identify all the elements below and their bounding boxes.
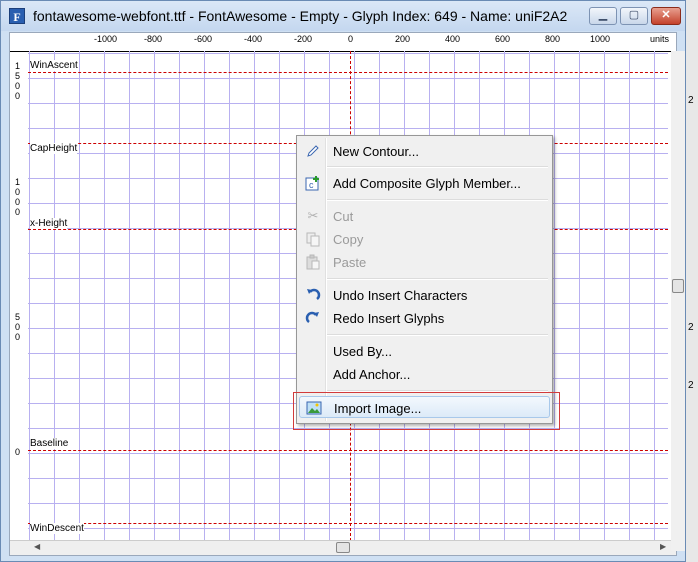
scroll-right-icon[interactable]: ▶ (660, 542, 666, 551)
maximize-button[interactable]: ▢ (620, 7, 648, 25)
ruler-digit: 1 (15, 177, 21, 187)
vertical-ruler: 1 5 0 0 1 0 0 0 5 0 0 0 (10, 51, 28, 541)
edge-fragment: 2 (688, 322, 694, 333)
ruler-digit: 0 (15, 197, 21, 207)
horizontal-scroll-thumb[interactable] (336, 542, 350, 553)
ruler-tick: -600 (194, 34, 213, 44)
menu-separator (327, 334, 548, 336)
baseline-line (28, 450, 668, 451)
menu-label: Undo Insert Characters (333, 288, 468, 303)
win-ascent-line (28, 72, 668, 73)
ruler-digit: 5 (15, 312, 21, 322)
horizontal-ruler: -1000 -800 -600 -400 -200 0 200 400 600 … (10, 33, 676, 52)
menu-item-paste[interactable]: Paste (299, 251, 550, 273)
menu-label: Add Anchor... (333, 367, 411, 382)
x-height-label: x-Height (30, 218, 68, 229)
title-bar[interactable]: F fontawesome-webfont.ttf - FontAwesome … (1, 1, 685, 31)
menu-separator (327, 278, 548, 280)
vertical-scroll-thumb[interactable] (672, 279, 684, 293)
menu-label: Paste (333, 255, 367, 270)
menu-separator (327, 166, 548, 168)
edge-fragment: 2 (688, 380, 694, 391)
edge-fragment: 2 (688, 95, 694, 106)
ruler-digit: 0 (15, 187, 21, 197)
ruler-tick: 600 (495, 34, 511, 44)
menu-label: Add Composite Glyph Member... (333, 176, 521, 191)
ruler-tick: -200 (294, 34, 313, 44)
ruler-digit: 0 (15, 332, 21, 342)
menu-label: Redo Insert Glyphs (333, 311, 445, 326)
ruler-tick: 0 (348, 34, 354, 44)
menu-separator (327, 199, 548, 201)
ruler-digit: 5 (15, 71, 21, 81)
pencil-icon (305, 143, 321, 159)
minimize-button[interactable]: ▁ (589, 7, 617, 25)
menu-item-add-composite[interactable]: c Add Composite Glyph Member... (299, 172, 550, 194)
ruler-digit: 0 (15, 447, 21, 457)
menu-item-copy[interactable]: Copy (299, 228, 550, 250)
menu-item-new-contour[interactable]: New Contour... (299, 140, 550, 162)
menu-item-undo[interactable]: Undo Insert Characters (299, 284, 550, 306)
menu-item-used-by[interactable]: Used By... (299, 340, 550, 362)
ruler-tick: -800 (144, 34, 163, 44)
composite-glyph-icon: c (305, 175, 321, 191)
close-button[interactable]: ✕ (651, 7, 681, 25)
win-descent-line (28, 523, 668, 524)
ruler-units: units (650, 34, 670, 44)
ruler-digit: 0 (15, 81, 21, 91)
paste-icon (305, 254, 321, 270)
ruler-digit: 0 (15, 207, 21, 217)
context-menu: New Contour... c Add Composite Glyph Mem… (296, 135, 553, 424)
menu-item-add-anchor[interactable]: Add Anchor... (299, 363, 550, 385)
menu-item-redo[interactable]: Redo Insert Glyphs (299, 307, 550, 329)
menu-label: Cut (333, 209, 354, 224)
undo-icon (305, 287, 321, 303)
menu-label: Used By... (333, 344, 393, 359)
vertical-scrollbar[interactable] (671, 51, 685, 551)
ruler-digit: 0 (15, 91, 21, 101)
scroll-left-icon[interactable]: ◀ (34, 542, 40, 551)
win-ascent-label: WinAscent (30, 60, 78, 71)
highlight-annotation-box (293, 392, 560, 430)
ruler-tick: -1000 (94, 34, 118, 44)
menu-item-cut[interactable]: ✂ Cut (299, 205, 550, 227)
ruler-tick: 800 (545, 34, 561, 44)
ruler-tick: 1000 (590, 34, 611, 44)
ruler-tick: -400 (244, 34, 263, 44)
horizontal-scrollbar[interactable]: ◀ ▶ (10, 540, 676, 555)
ruler-digit: 1 (15, 61, 21, 71)
cap-height-label: CapHeight (30, 143, 78, 154)
app-icon: F (9, 8, 25, 24)
scissors-icon: ✂ (307, 208, 319, 223)
svg-text:c: c (309, 180, 314, 190)
ruler-tick: 200 (395, 34, 411, 44)
copy-icon (305, 231, 321, 247)
redo-icon (305, 310, 321, 326)
baseline-label: Baseline (30, 438, 69, 449)
ruler-digit: 0 (15, 322, 21, 332)
ruler-tick: 400 (445, 34, 461, 44)
window-title: fontawesome-webfont.ttf - FontAwesome - … (33, 8, 568, 24)
menu-label: New Contour... (333, 144, 419, 159)
menu-label: Copy (333, 232, 364, 247)
win-descent-label: WinDescent (30, 523, 84, 534)
